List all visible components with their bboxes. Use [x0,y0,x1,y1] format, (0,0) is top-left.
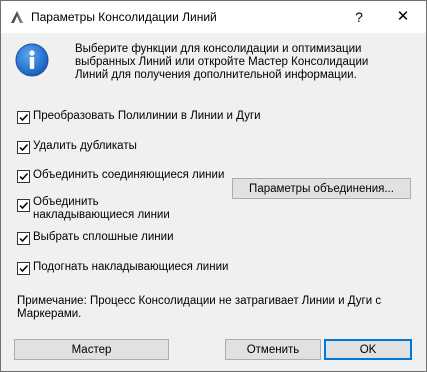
merge-params-button[interactable]: Параметры объединения... [232,178,411,199]
note-text: Примечание: Процесс Консолидации не затр… [17,295,382,320]
help-button[interactable]: ? [339,1,379,33]
option-label: Выбрать сплошные линии [33,231,174,243]
checkmark-icon [19,172,29,181]
checkbox-remove-duplicates[interactable] [17,141,30,154]
consolidation-dialog: Параметры Консолидации Линий ? ✕ Выберит… [0,0,427,372]
checkbox-select-solid[interactable] [17,232,30,245]
option-label: Подогнать накладывающиеся линии [33,261,229,273]
close-button[interactable]: ✕ [381,1,425,33]
checkmark-icon [19,143,29,152]
window-title: Параметры Консолидации Линий [31,10,217,24]
option-label: Объединить накладывающиеся линии [33,196,170,221]
checkmark-icon [19,264,29,273]
info-text: Выберите функции для консолидации и опти… [75,43,369,81]
checkbox-merge-connecting[interactable] [17,170,30,183]
ok-button[interactable]: OK [324,339,412,360]
checkbox-fit-overlapping[interactable] [17,262,30,275]
checkmark-icon [19,201,29,210]
checkmark-icon [19,234,29,243]
archicad-app-icon [9,9,25,25]
option-label: Преобразовать Полилинии в Линии и Дуги [33,110,261,122]
checkmark-icon [19,113,29,122]
checkbox-merge-overlapping[interactable] [17,199,30,212]
cancel-button[interactable]: Отменить [225,339,321,360]
option-label: Объединить соединяющиеся линии [33,169,225,181]
checkbox-convert-polylines[interactable] [17,111,30,124]
option-label: Удалить дубликаты [33,140,137,152]
wizard-button[interactable]: Мастер [14,339,169,360]
title-bar: Параметры Консолидации Линий ? ✕ [1,1,426,33]
info-icon [15,43,49,77]
